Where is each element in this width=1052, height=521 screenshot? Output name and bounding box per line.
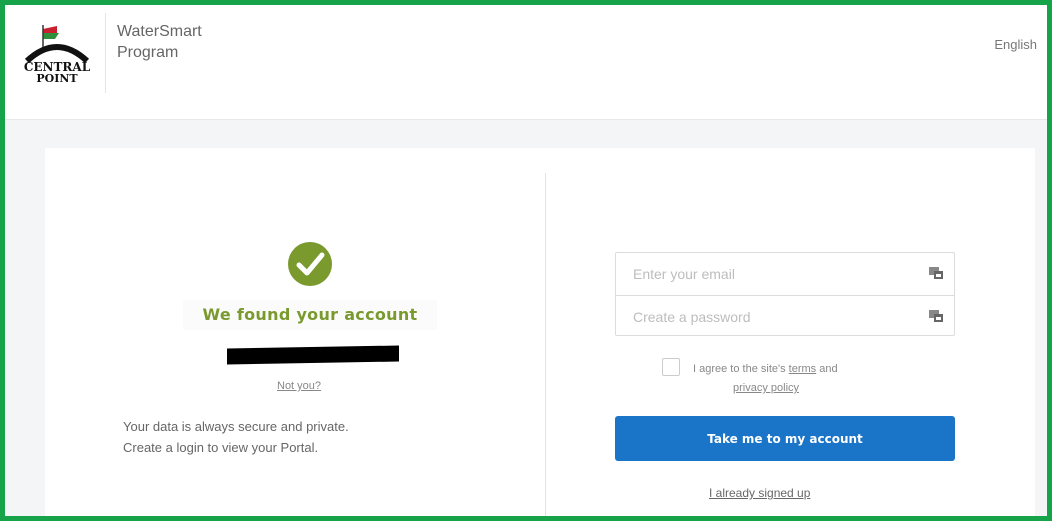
security-message-line1: Your data is always secure and private. [123, 419, 349, 434]
central-point-logo: CENTRAL POINT [17, 19, 101, 97]
check-circle-icon [287, 241, 333, 287]
terms-text: I agree to the site's terms and privacy … [693, 360, 933, 398]
program-title: WaterSmart Program [117, 21, 202, 63]
card-divider [545, 173, 546, 516]
terms-checkbox[interactable] [662, 358, 680, 376]
privacy-policy-link[interactable]: privacy policy [733, 382, 799, 394]
password-input[interactable] [616, 296, 954, 337]
logo-text-point: POINT [36, 72, 78, 85]
redacted-account-name [227, 345, 399, 365]
email-input[interactable] [616, 253, 954, 295]
already-signed-up-link[interactable]: I already signed up [709, 486, 810, 500]
terms-link[interactable]: terms [789, 363, 817, 375]
terms-prefix: I agree to the site's [693, 363, 789, 375]
security-message: Your data is always secure and private. … [123, 416, 349, 458]
browser-frame: CENTRAL POINT WaterSmart Program English… [0, 0, 1052, 521]
credentials-form [615, 252, 955, 337]
not-you-link[interactable]: Not you? [277, 380, 321, 392]
terms-and: and [816, 363, 838, 375]
account-found-heading: We found your account [183, 300, 437, 330]
password-field-wrapper [616, 295, 954, 337]
password-manager-icon[interactable] [928, 266, 944, 280]
program-title-line1: WaterSmart [117, 23, 202, 40]
header-divider [105, 13, 106, 93]
email-field-wrapper [616, 253, 954, 295]
security-message-line2: Create a login to view your Portal. [123, 440, 319, 455]
password-manager-icon[interactable] [928, 309, 944, 323]
take-me-to-account-button[interactable]: Take me to my account [615, 416, 955, 461]
language-selector[interactable]: English [994, 37, 1037, 52]
site-header: CENTRAL POINT WaterSmart Program English [5, 5, 1047, 120]
program-title-line2: Program [117, 44, 179, 61]
